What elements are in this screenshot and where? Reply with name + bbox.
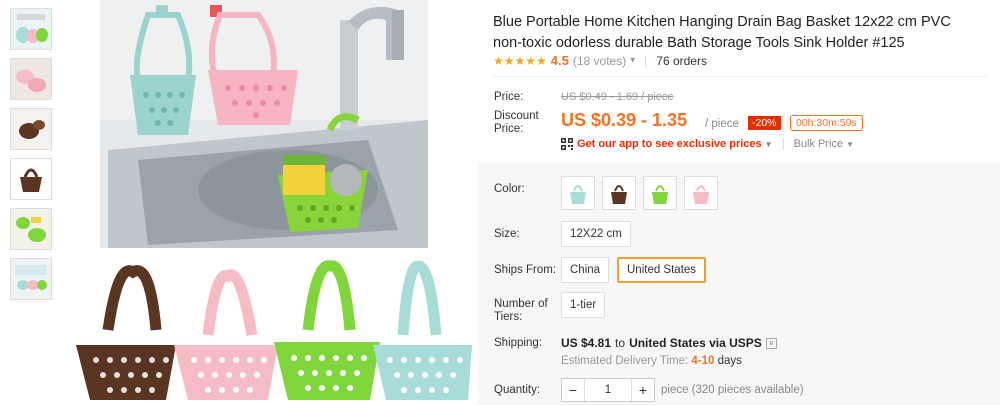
ships-from-china[interactable]: China: [561, 257, 610, 283]
shipping-label: Shipping:: [494, 337, 542, 349]
basket-icon: [693, 185, 709, 204]
rating-votes-link[interactable]: (18 votes): [573, 54, 626, 68]
color-option-blue[interactable]: [561, 176, 595, 210]
countdown-timer: 00h:30m:59s: [790, 115, 863, 131]
color-option-brown[interactable]: [602, 176, 636, 210]
chevron-down-icon[interactable]: ▾: [630, 55, 635, 66]
thumbnail-4[interactable]: [10, 158, 52, 200]
increase-quantity-button[interactable]: +: [632, 379, 654, 401]
delivery-estimate: Estimated Delivery Time: 4-10 days: [561, 355, 742, 367]
basket-pink: [174, 269, 278, 400]
quantity-label: Quantity:: [494, 384, 541, 396]
ships-from-united-states[interactable]: United States: [617, 257, 707, 283]
basket-icon: [570, 185, 586, 204]
chevron-down-icon[interactable]: ▼: [846, 140, 854, 149]
chevron-down-icon[interactable]: v: [765, 337, 777, 349]
original-price: US $0.49 - 1.69 / piece: [561, 91, 674, 103]
divider: [493, 76, 987, 77]
basket-icon: [611, 185, 627, 204]
shipping-cost: US $4.81: [561, 336, 612, 350]
rating-stars: ★★★★★: [493, 53, 547, 68]
color-option-pink[interactable]: [684, 176, 718, 210]
basket-brown: [76, 265, 176, 400]
thumbnail-6[interactable]: [10, 258, 52, 300]
app-promo-link[interactable]: Get our app to see exclusive prices: [577, 138, 762, 150]
thumbnail-strip: [10, 8, 54, 308]
shipping-destination[interactable]: United States via USPS: [629, 336, 762, 350]
thumbnail-2[interactable]: [10, 58, 52, 100]
stock-note: piece (320 pieces available): [661, 384, 804, 396]
price-unit: / piece: [705, 118, 739, 130]
color-label: Color:: [494, 183, 525, 195]
decrease-quantity-button[interactable]: −: [562, 379, 584, 401]
product-info: Blue Portable Home Kitchen Hanging Drain…: [478, 0, 1000, 405]
delivery-days-unit: days: [717, 355, 742, 367]
orders-count: 76 orders: [656, 53, 707, 68]
main-product-image[interactable]: [68, 0, 472, 405]
shipping-to: to: [615, 336, 626, 350]
quantity-stepper: − 1 +: [561, 378, 655, 402]
tier-option[interactable]: 1-tier: [561, 292, 606, 318]
discount-price: US $0.39 - 1.35: [561, 110, 688, 130]
basket-icon: [652, 185, 668, 204]
bulk-price-link[interactable]: Bulk Price: [794, 138, 844, 150]
price-label: Price:: [494, 91, 524, 103]
shipping-info: US $4.81 to United States via USPS v: [561, 336, 777, 350]
basket-blue: [373, 260, 472, 400]
discount-price-label: Discount Price:: [494, 110, 539, 135]
rating-row: ★★★★★ 4.5 (18 votes) ▾ 76 orders: [493, 53, 707, 68]
ships-from-label: Ships From:: [494, 264, 556, 276]
thumbnail-1[interactable]: [10, 8, 52, 50]
delivery-days: 4-10: [691, 355, 715, 367]
thumbnail-5[interactable]: [10, 208, 52, 250]
qr-code-icon: [561, 138, 573, 150]
discount-badge: -20%: [748, 116, 781, 130]
divider: [782, 138, 784, 150]
delivery-label: Estimated Delivery Time:: [561, 355, 689, 367]
quantity-input[interactable]: 1: [584, 379, 632, 401]
divider: [645, 54, 647, 67]
product-title: Blue Portable Home Kitchen Hanging Drain…: [493, 14, 951, 51]
color-option-green[interactable]: [643, 176, 677, 210]
size-option[interactable]: 12X22 cm: [561, 221, 631, 247]
options-panel: [478, 162, 1000, 405]
tiers-label: Number of Tiers:: [494, 298, 548, 323]
chevron-down-icon[interactable]: ▼: [765, 140, 773, 149]
product-photo: [76, 0, 472, 400]
size-label: Size:: [494, 228, 520, 240]
basket-green: [274, 260, 380, 400]
app-promo-row: Get our app to see exclusive prices ▼ Bu…: [561, 138, 854, 150]
thumbnail-3[interactable]: [10, 108, 52, 150]
rating-value: 4.5: [550, 53, 569, 68]
color-options: [561, 176, 718, 210]
